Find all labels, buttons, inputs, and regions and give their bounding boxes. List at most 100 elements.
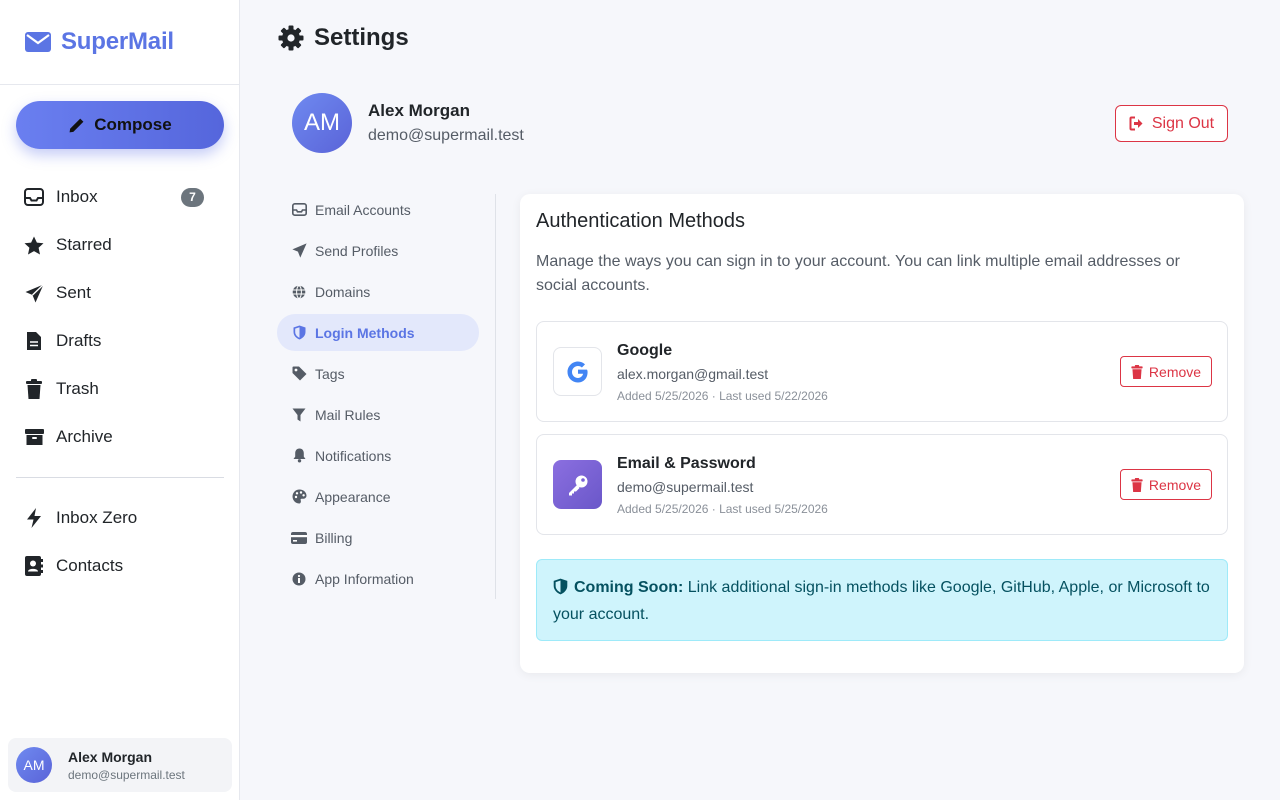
sign-out-label: Sign Out: [1151, 114, 1215, 132]
globe-icon: [291, 284, 307, 300]
sidebar-item-label: Starred: [56, 235, 112, 254]
brand[interactable]: SuperMail: [0, 0, 239, 85]
method-name: Google: [617, 342, 673, 359]
settings-nav-domains[interactable]: Domains: [277, 273, 479, 310]
sidebar-item-label: Trash: [56, 379, 99, 398]
shield-icon: [553, 578, 568, 603]
settings-nav-login-methods[interactable]: Login Methods: [277, 314, 479, 351]
profile-name: Alex Morgan: [368, 101, 471, 120]
card-title: Authentication Methods: [536, 210, 746, 232]
card-description: Manage the ways you can sign in to your …: [536, 253, 1180, 294]
settings-nav-label: Notifications: [315, 447, 392, 464]
inbox-icon: [291, 202, 307, 218]
archive-icon: [24, 427, 44, 447]
sign-out-button[interactable]: Sign Out: [1115, 105, 1228, 142]
info-icon: [291, 571, 307, 587]
gear-icon: [278, 25, 304, 51]
settings-nav-mail-rules[interactable]: Mail Rules: [277, 396, 479, 433]
contact-book-icon: [24, 556, 44, 576]
settings-nav-notifications[interactable]: Notifications: [277, 437, 479, 474]
file-icon: [24, 331, 44, 351]
notice-strong: Coming Soon:: [574, 579, 684, 596]
sidebar-item-label: Inbox Zero: [56, 508, 138, 527]
settings-nav-label: Billing: [315, 529, 353, 546]
star-icon: [24, 235, 44, 255]
sidebar-item-label: Drafts: [56, 331, 102, 350]
sidebar-item-inbox[interactable]: Inbox 7: [0, 173, 240, 221]
sidebar-item-label: Archive: [56, 427, 113, 446]
sidebar-item-label: Inbox: [56, 187, 98, 206]
remove-label: Remove: [1148, 363, 1202, 380]
sidebar-item-label: Contacts: [56, 556, 124, 575]
settings-nav-billing[interactable]: Billing: [277, 519, 479, 556]
remove-google-button[interactable]: Remove: [1120, 356, 1212, 387]
remove-label: Remove: [1148, 476, 1202, 493]
authentication-methods-card: Authentication Methods Manage the ways y…: [520, 194, 1244, 673]
trash-icon: [24, 379, 44, 399]
sidebar-item-starred[interactable]: Starred: [0, 221, 240, 269]
settings-nav-app-information[interactable]: App Information: [277, 560, 479, 597]
settings-nav-label: Tags: [315, 365, 345, 382]
coming-soon-notice: Coming Soon: Link additional sign-in met…: [536, 559, 1228, 641]
google-icon: [553, 347, 602, 396]
sidebar-item-contacts[interactable]: Contacts: [0, 542, 240, 590]
tag-icon: [291, 366, 307, 382]
login-method-google: Google alex.morgan@gmail.test Added 5/25…: [536, 321, 1228, 422]
send-icon: [24, 283, 44, 303]
brand-name: SuperMail: [61, 28, 174, 55]
shield-icon: [291, 325, 307, 341]
settings-nav-send-profiles[interactable]: Send Profiles: [277, 232, 479, 269]
sidebar-item-label: Sent: [56, 283, 91, 302]
method-email: demo@supermail.test: [617, 479, 754, 495]
bolt-icon: [24, 508, 44, 528]
method-meta: Added 5/25/2026 · Last used 5/25/2026: [617, 502, 828, 516]
avatar: AM: [292, 93, 352, 153]
login-method-email-password: Email & Password demo@supermail.test Add…: [536, 434, 1228, 535]
main-nav: Inbox 7 Starred Sent Drafts Trash Archiv…: [0, 173, 240, 461]
settings-nav: Email Accounts Send Profiles Domains Log…: [277, 191, 479, 601]
settings-nav-label: Email Accounts: [315, 201, 411, 218]
sign-out-icon: [1129, 116, 1143, 131]
secondary-nav: Inbox Zero Contacts: [0, 494, 240, 590]
sidebar: SuperMail Compose Inbox 7 Starred Sent D…: [0, 0, 240, 800]
trash-icon: [1131, 364, 1143, 379]
sidebar-item-sent[interactable]: Sent: [0, 269, 240, 317]
method-meta: Added 5/25/2026 · Last used 5/22/2026: [617, 389, 828, 403]
compose-button[interactable]: Compose: [16, 101, 224, 149]
profile-header: AM Alex Morgan demo@supermail.test: [292, 93, 524, 153]
compose-label: Compose: [94, 115, 172, 134]
filter-icon: [291, 407, 307, 423]
unread-count-badge: 7: [181, 187, 204, 207]
settings-nav-divider: [495, 194, 496, 599]
settings-nav-email-accounts[interactable]: Email Accounts: [277, 191, 479, 228]
sidebar-item-drafts[interactable]: Drafts: [0, 317, 240, 365]
bell-icon: [291, 448, 307, 464]
envelope-icon: [25, 32, 51, 52]
settings-nav-label: Login Methods: [315, 324, 415, 341]
sidebar-item-inbox-zero[interactable]: Inbox Zero: [0, 494, 240, 542]
sidebar-divider: [16, 477, 224, 478]
user-info: Alex Morgan demo@supermail.test: [68, 749, 185, 782]
settings-nav-appearance[interactable]: Appearance: [277, 478, 479, 515]
palette-icon: [291, 489, 307, 505]
user-name: Alex Morgan: [68, 748, 153, 765]
page-title: Settings: [278, 24, 409, 52]
key-icon: [553, 460, 602, 509]
settings-nav-label: Send Profiles: [315, 242, 399, 259]
user-email: demo@supermail.test: [68, 767, 185, 782]
settings-nav-label: Mail Rules: [315, 406, 381, 423]
inbox-icon: [24, 187, 44, 207]
settings-nav-label: Domains: [315, 283, 371, 300]
credit-card-icon: [291, 530, 307, 546]
profile-email: demo@supermail.test: [368, 127, 524, 144]
sidebar-item-trash[interactable]: Trash: [0, 365, 240, 413]
avatar: AM: [16, 747, 52, 783]
sidebar-item-archive[interactable]: Archive: [0, 413, 240, 461]
send-icon: [291, 243, 307, 259]
method-email: alex.morgan@gmail.test: [617, 366, 769, 382]
sidebar-user-card[interactable]: AM Alex Morgan demo@supermail.test: [8, 738, 232, 792]
pencil-icon: [69, 118, 84, 132]
settings-nav-label: Appearance: [315, 488, 391, 505]
remove-email-password-button[interactable]: Remove: [1120, 469, 1212, 500]
settings-nav-tags[interactable]: Tags: [277, 355, 479, 392]
